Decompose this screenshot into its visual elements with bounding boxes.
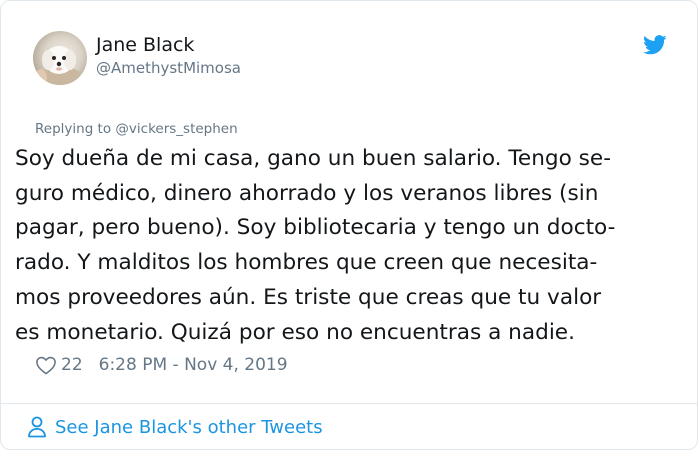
see-other-tweets-link[interactable]: See Jane Black's other Tweets [27,415,323,439]
tweet-meta: 22 6:28 PM - Nov 4, 2019 [35,352,288,378]
user-handle[interactable]: @AmethystMimosa [96,59,241,77]
person-icon [28,416,46,438]
twitter-bird-icon[interactable] [643,35,667,55]
tweet-text-line: es monetario. Quizá por eso no encuentra… [15,319,575,345]
embedded-tweet-card: Jane Black @AmethystMimosa Replying to @… [0,0,698,450]
divider [1,403,697,404]
tweet-text-line: mos proveedores aún. Es triste que creas… [15,284,602,310]
tweet-text-line: guro médico, dinero ahorrado y los veran… [15,180,599,206]
user-display-name[interactable]: Jane Black [96,34,194,56]
tweet-text: Soy dueña de mi casa, gano un buen salar… [15,142,680,350]
avatar-dog-image [35,46,82,85]
tweet-text-line: pagar, pero bueno). Soy bibliotecaria y … [15,215,616,241]
replying-to-label[interactable]: Replying to @vickers_stephen [35,121,238,137]
timestamp[interactable]: 6:28 PM - Nov 4, 2019 [99,355,288,375]
avatar[interactable] [33,31,87,85]
tweet-text-line: Soy dueña de mi casa, gano un buen salar… [15,146,612,171]
see-other-tweets-label[interactable]: See Jane Black's other Tweets [55,417,323,438]
heart-icon[interactable] [35,355,57,375]
tweet-text-line: rado. Y malditos los hombres que creen q… [15,250,598,276]
like-count[interactable]: 22 [61,355,83,375]
